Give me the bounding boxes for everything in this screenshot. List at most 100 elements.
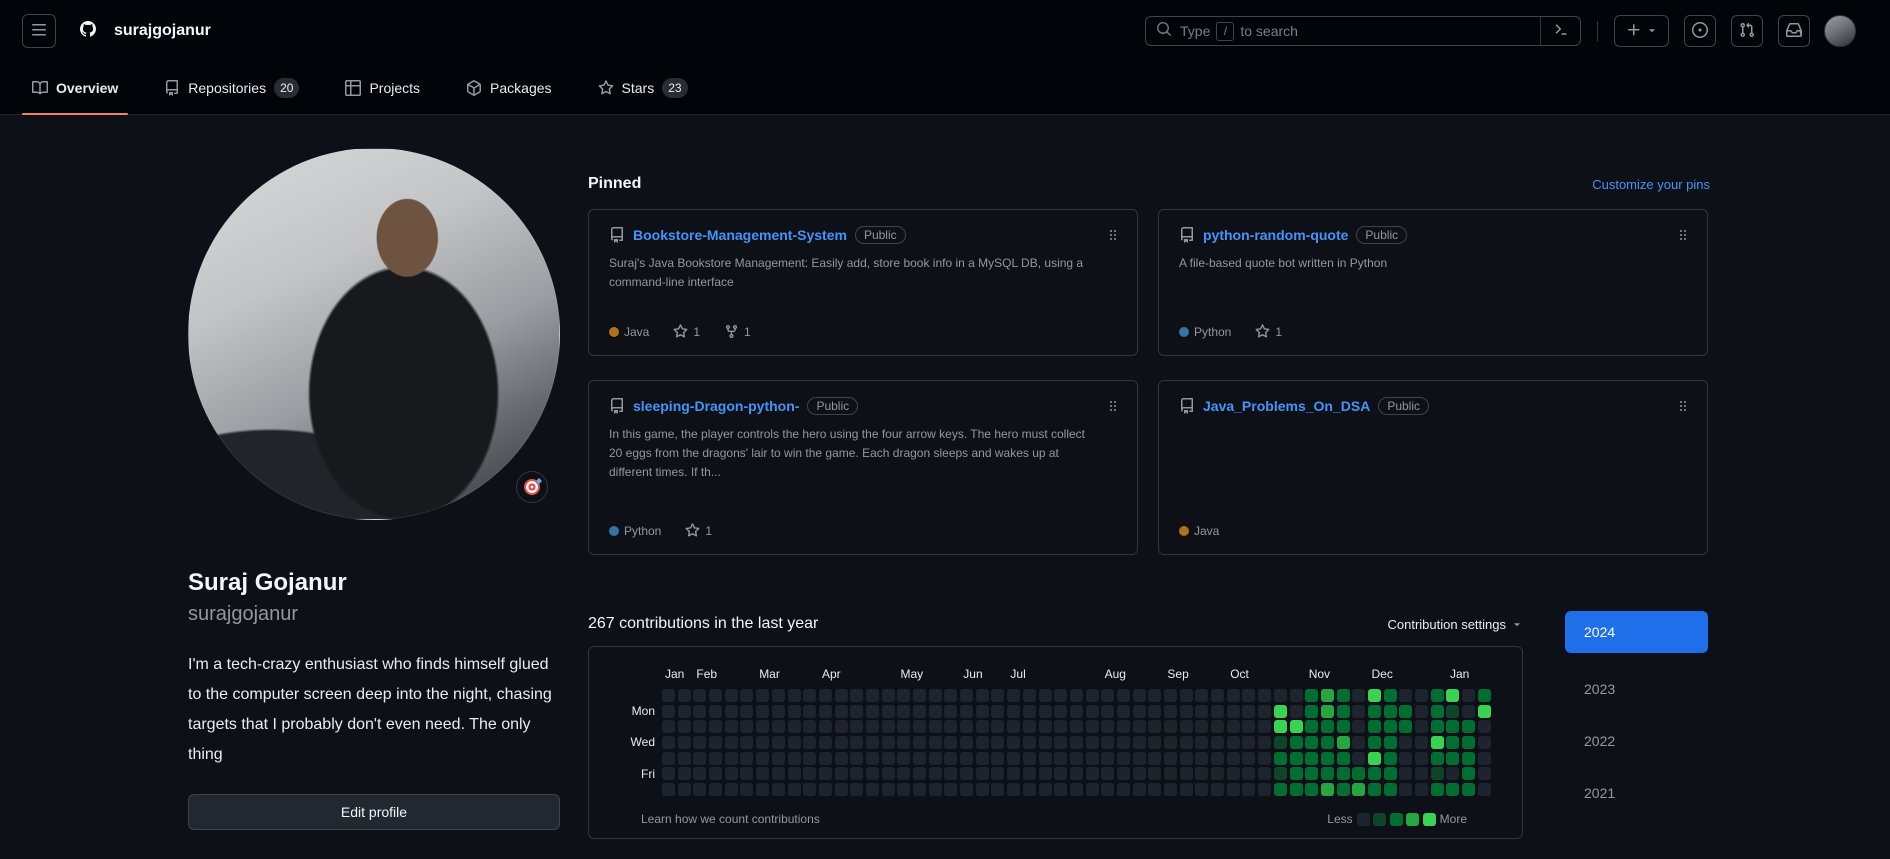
contribution-cell[interactable] (1226, 736, 1240, 750)
contribution-cell[interactable] (1069, 751, 1083, 765)
contribution-cell[interactable] (677, 783, 691, 797)
contribution-cell[interactable] (756, 689, 770, 702)
contribution-cell[interactable] (709, 689, 723, 702)
contribution-cell[interactable] (1383, 689, 1397, 702)
contribution-cell[interactable] (787, 767, 801, 781)
contribution-cell[interactable] (991, 783, 1005, 797)
contribution-cell[interactable] (1226, 751, 1240, 765)
customize-pins-link[interactable]: Customize your pins (1592, 177, 1710, 192)
contribution-cell[interactable] (881, 783, 895, 797)
contribution-cell[interactable] (1352, 720, 1366, 734)
contribution-cell[interactable] (662, 704, 675, 718)
contribution-cell[interactable] (913, 751, 926, 765)
contribution-cell[interactable] (960, 689, 974, 702)
contribution-cell[interactable] (881, 720, 895, 734)
contribution-cell[interactable] (1367, 720, 1381, 734)
contribution-cell[interactable] (740, 767, 754, 781)
contribution-cell[interactable] (944, 704, 958, 718)
contribution-cell[interactable] (991, 751, 1005, 765)
contribution-cell[interactable] (1242, 720, 1256, 734)
contribution-cell[interactable] (1289, 689, 1303, 702)
contribution-cell[interactable] (1148, 689, 1162, 702)
contribution-cell[interactable] (803, 689, 817, 702)
contribution-cell[interactable] (756, 704, 770, 718)
contribution-cell[interactable] (1116, 704, 1130, 718)
contribution-cell[interactable] (1289, 751, 1303, 765)
contribution-cell[interactable] (1132, 736, 1146, 750)
contribution-cell[interactable] (677, 767, 691, 781)
contribution-cell[interactable] (1242, 689, 1256, 702)
contribution-cell[interactable] (1148, 767, 1162, 781)
contribution-cell[interactable] (787, 704, 801, 718)
contribution-cell[interactable] (818, 767, 832, 781)
contribution-cell[interactable] (1038, 689, 1052, 702)
contribution-cell[interactable] (787, 751, 801, 765)
contribution-cell[interactable] (834, 704, 848, 718)
contribution-cell[interactable] (975, 736, 989, 750)
contribution-cell[interactable] (1289, 736, 1303, 750)
contribution-cell[interactable] (756, 751, 770, 765)
profile-avatar[interactable] (188, 148, 560, 520)
contribution-cell[interactable] (881, 736, 895, 750)
contribution-cell[interactable] (1336, 736, 1350, 750)
contribution-cell[interactable] (1226, 704, 1240, 718)
contribution-cell[interactable] (1399, 689, 1413, 702)
repo-link[interactable]: python-random-quote (1203, 227, 1348, 243)
contribution-cell[interactable] (1258, 751, 1272, 765)
contribution-cell[interactable] (865, 767, 879, 781)
contribution-cell[interactable] (1195, 689, 1209, 702)
contribution-cell[interactable] (1477, 736, 1491, 750)
contribution-cell[interactable] (787, 720, 801, 734)
contribution-cell[interactable] (1116, 783, 1130, 797)
contribution-cell[interactable] (944, 751, 958, 765)
contribution-cell[interactable] (1320, 736, 1334, 750)
contribution-cell[interactable] (1022, 720, 1036, 734)
contribution-cell[interactable] (818, 720, 832, 734)
contribution-cell[interactable] (928, 704, 942, 718)
contribution-cell[interactable] (1446, 720, 1460, 734)
contribution-cell[interactable] (1054, 736, 1068, 750)
contribution-cell[interactable] (693, 751, 707, 765)
contribution-cell[interactable] (1415, 751, 1428, 765)
contribution-cell[interactable] (850, 704, 864, 718)
contribution-cell[interactable] (1320, 783, 1334, 797)
contribution-cell[interactable] (1069, 704, 1083, 718)
issues-button[interactable] (1684, 15, 1716, 47)
contribution-cell[interactable] (1383, 704, 1397, 718)
contribution-cell[interactable] (1022, 704, 1036, 718)
contribution-cell[interactable] (1038, 720, 1052, 734)
contribution-cell[interactable] (818, 689, 832, 702)
contribution-cell[interactable] (724, 783, 738, 797)
contribution-cell[interactable] (1101, 783, 1115, 797)
contribution-cell[interactable] (693, 783, 707, 797)
contribution-cell[interactable] (1148, 720, 1162, 734)
contribution-cell[interactable] (1054, 783, 1068, 797)
contribution-cell[interactable] (756, 720, 770, 734)
contribution-cell[interactable] (1195, 767, 1209, 781)
contribution-cell[interactable] (1226, 767, 1240, 781)
contribution-cell[interactable] (897, 720, 911, 734)
contribution-cell[interactable] (1069, 767, 1083, 781)
contribution-cell[interactable] (771, 736, 785, 750)
contribution-cell[interactable] (1195, 720, 1209, 734)
contribution-cell[interactable] (1116, 689, 1130, 702)
contribution-cell[interactable] (1211, 783, 1225, 797)
contribution-cell[interactable] (1367, 751, 1381, 765)
contribution-cell[interactable] (1430, 736, 1444, 750)
contribution-cell[interactable] (1352, 783, 1366, 797)
contribution-cell[interactable] (1132, 720, 1146, 734)
contribution-settings-button[interactable]: Contribution settings (1387, 617, 1523, 632)
contribution-cell[interactable] (834, 767, 848, 781)
contribution-cell[interactable] (1242, 704, 1256, 718)
contribution-cell[interactable] (1038, 751, 1052, 765)
contribution-cell[interactable] (1367, 689, 1381, 702)
contribution-cell[interactable] (1305, 720, 1319, 734)
contribution-cell[interactable] (1226, 783, 1240, 797)
contribution-cell[interactable] (1022, 751, 1036, 765)
contribution-cell[interactable] (1101, 720, 1115, 734)
contribution-cell[interactable] (1430, 689, 1444, 702)
year-button-2021[interactable]: 2021 (1565, 777, 1708, 809)
contribution-cell[interactable] (1430, 704, 1444, 718)
contribution-cell[interactable] (1179, 720, 1193, 734)
contribution-cell[interactable] (944, 689, 958, 702)
